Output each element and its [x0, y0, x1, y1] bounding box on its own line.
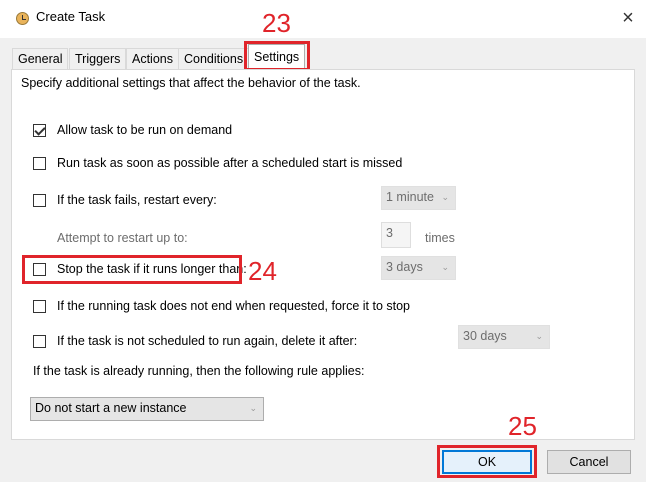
running-rule-value: Do not start a new instance — [35, 401, 187, 415]
restart-attempts-unit: times — [425, 231, 455, 245]
stop-after-duration-dropdown[interactable]: 3 days ⌄ — [381, 256, 456, 280]
delete-after-value: 30 days — [463, 329, 507, 343]
delete-after-dropdown[interactable]: 30 days ⌄ — [458, 325, 550, 349]
allow-on-demand-label[interactable]: Allow task to be run on demand — [57, 123, 232, 137]
restart-interval-dropdown[interactable]: 1 minute ⌄ — [381, 186, 456, 210]
stop-task-highlight — [22, 255, 242, 284]
task-scheduler-clock-icon — [16, 12, 29, 25]
title-bar: Create Task × — [0, 0, 646, 38]
ok-button-highlight — [437, 445, 537, 478]
close-icon[interactable]: × — [616, 6, 640, 30]
chevron-down-icon: ⌄ — [535, 331, 543, 341]
settings-tab-callout-number: 23 — [262, 8, 291, 38]
stop-after-duration-value: 3 days — [386, 260, 423, 274]
tab-triggers[interactable]: Triggers — [69, 48, 127, 70]
tab-general[interactable]: General — [12, 48, 69, 70]
stop-task-callout-number: 24 — [248, 256, 277, 286]
restart-if-fails-checkbox[interactable] — [33, 194, 46, 207]
ok-button-callout-number: 25 — [508, 411, 537, 441]
delete-if-not-scheduled-checkbox[interactable] — [33, 335, 46, 348]
tab-conditions[interactable]: Conditions — [178, 48, 250, 70]
restart-if-fails-label[interactable]: If the task fails, restart every: — [57, 193, 217, 207]
delete-if-not-scheduled-label[interactable]: If the task is not scheduled to run agai… — [57, 334, 357, 348]
window-title: Create Task — [36, 9, 106, 24]
settings-description: Specify additional settings that affect … — [21, 76, 361, 90]
force-stop-label[interactable]: If the running task does not end when re… — [57, 299, 410, 313]
running-rule-dropdown[interactable]: Do not start a new instance ⌄ — [30, 397, 264, 421]
restart-interval-value: 1 minute — [386, 190, 434, 204]
chevron-down-icon: ⌄ — [441, 262, 449, 272]
chevron-down-icon: ⌄ — [441, 192, 449, 202]
chevron-down-icon: ⌄ — [249, 403, 257, 413]
allow-on-demand-checkbox[interactable] — [33, 124, 46, 137]
restart-attempts-value: 3 — [386, 226, 393, 240]
cancel-button[interactable]: Cancel — [547, 450, 631, 474]
force-stop-checkbox[interactable] — [33, 300, 46, 313]
restart-attempts-label: Attempt to restart up to: — [57, 231, 188, 245]
tab-actions[interactable]: Actions — [126, 48, 179, 70]
settings-tab-highlight — [244, 41, 310, 71]
run-asap-label[interactable]: Run task as soon as possible after a sch… — [57, 156, 402, 170]
running-rule-label: If the task is already running, then the… — [33, 364, 365, 378]
restart-attempts-input[interactable]: 3 — [381, 222, 411, 248]
run-asap-checkbox[interactable] — [33, 157, 46, 170]
